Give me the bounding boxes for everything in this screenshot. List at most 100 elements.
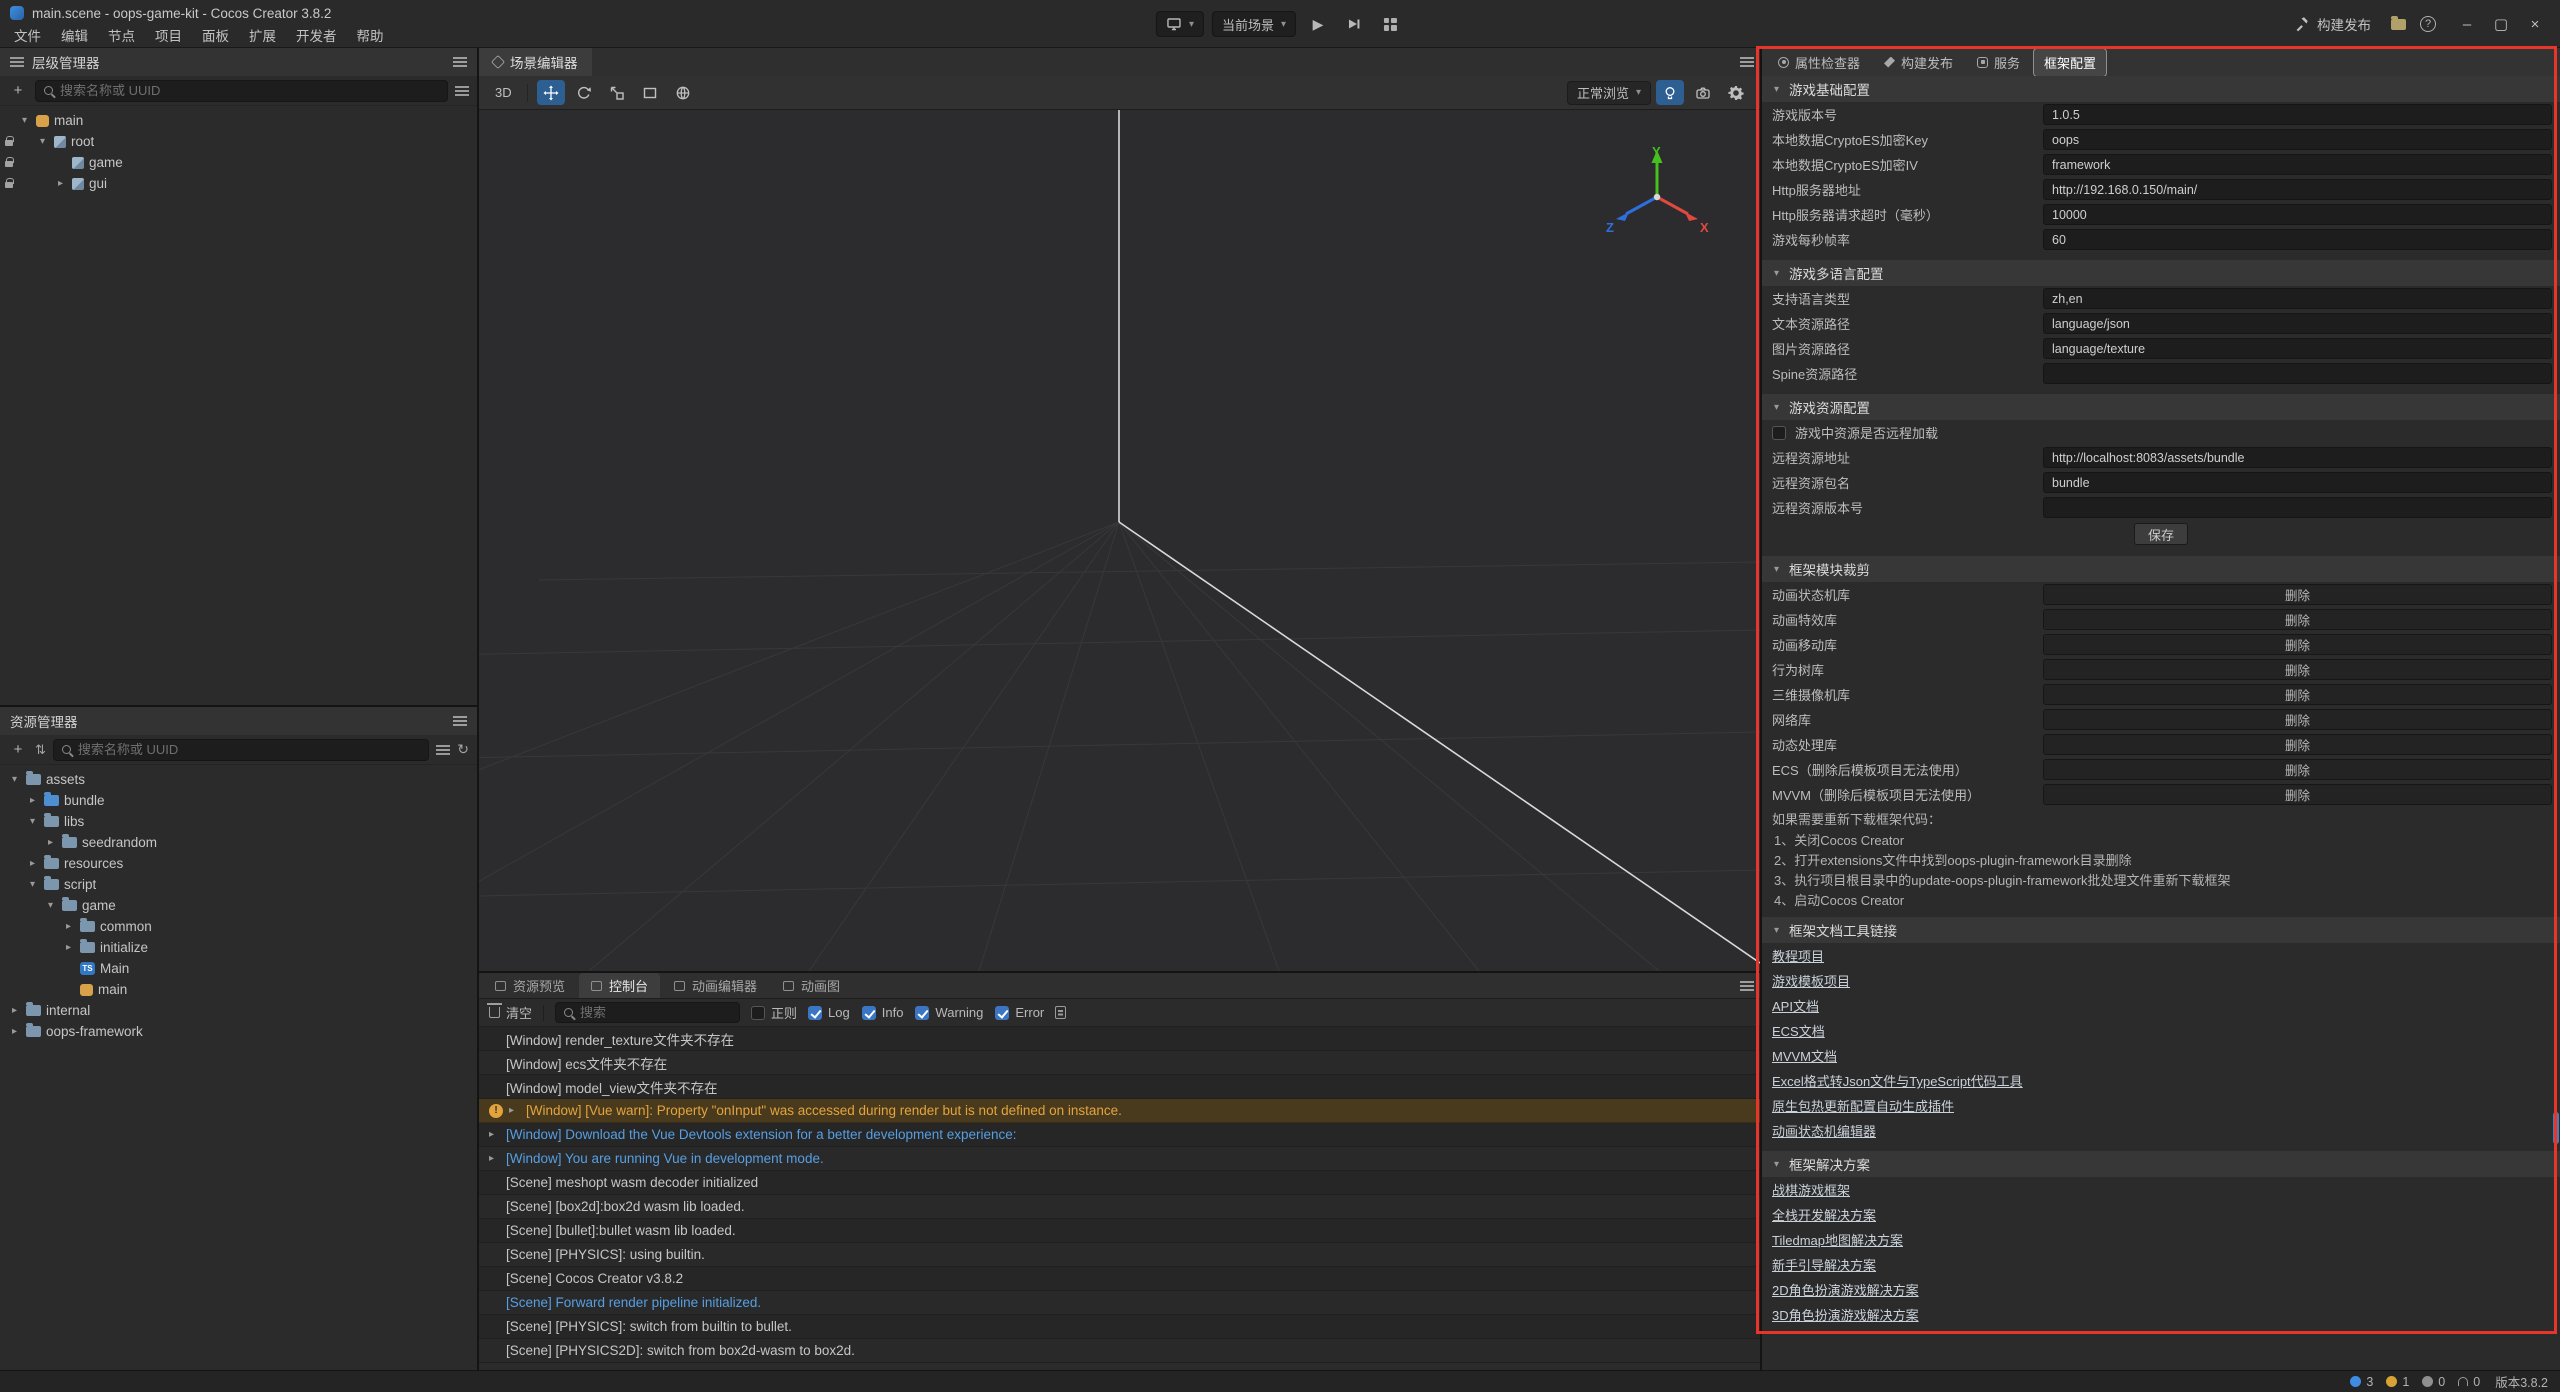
log-row[interactable]: [Scene] [bullet]:bullet wasm lib loaded. [479,1219,1760,1243]
log-filter-toggle[interactable]: Warning [915,1005,983,1020]
build-publish-button[interactable]: 构建发布 [2288,9,2377,39]
log-row[interactable]: [Scene] [PHYSICS2D]: switch from box2d-w… [479,1339,1760,1363]
delete-module-button[interactable]: 删除 [2043,634,2552,655]
tab-property-inspector[interactable]: 属性检查器 [1768,49,1870,76]
rect-tool-button[interactable] [636,80,664,105]
doc-link[interactable]: MVVM文档 [1762,1043,1847,1068]
move-tool-button[interactable] [537,80,565,105]
log-filter-toggle[interactable]: Error [995,1005,1044,1020]
solution-link[interactable]: 全栈开发解决方案 [1762,1202,1886,1227]
doc-link[interactable]: 原生包热更新配置自动生成插件 [1762,1093,1964,1118]
maximize-button[interactable]: ▢ [2484,0,2518,48]
menu-item[interactable]: 面板 [192,23,239,47]
doc-link[interactable]: API文档 [1762,993,1829,1018]
status-count[interactable]: 0 [2422,1375,2445,1389]
text-field[interactable]: 1.0.5 [2043,104,2552,125]
hierarchy-search-input[interactable] [60,83,439,98]
log-row[interactable]: [Scene] [PHYSICS]: using builtin. [479,1243,1760,1267]
doc-link[interactable]: 教程项目 [1762,943,1834,968]
panel-menu-icon[interactable] [1740,981,1754,991]
regex-toggle[interactable]: 正则 [751,1003,797,1022]
log-row[interactable]: [Scene] Forward render pipeline initiali… [479,1291,1760,1315]
sort-icon[interactable]: ⇅ [35,742,46,758]
asset-node-row[interactable]: game [0,895,477,916]
layout-button[interactable] [1376,11,1404,37]
transform-space-button[interactable] [669,80,697,105]
doc-link[interactable]: ECS文档 [1762,1018,1835,1043]
console-panel-tab[interactable]: 动画编辑器 [662,973,769,998]
help-icon[interactable] [2420,16,2436,32]
panel-menu-icon[interactable] [453,57,467,67]
log-row[interactable]: [Window] [Vue warn]: Property "onInput" … [479,1099,1760,1123]
clear-console-button[interactable]: 清空 [489,1003,532,1022]
text-field[interactable]: http://localhost:8083/assets/bundle [2043,447,2552,468]
console-search-input[interactable] [580,1005,731,1020]
delete-module-button[interactable]: 删除 [2043,759,2552,780]
asset-node-row[interactable]: internal [0,1000,477,1021]
text-field[interactable]: zh,en [2043,288,2552,309]
lighting-toggle-button[interactable] [1656,80,1684,105]
scale-tool-button[interactable] [603,80,631,105]
menu-item[interactable]: 编辑 [51,23,98,47]
log-row[interactable]: [Window] model_view文件夹不存在 [479,1075,1760,1099]
hierarchy-node-row[interactable]: gui [0,173,477,194]
asset-node-row[interactable]: initialize [0,937,477,958]
log-row[interactable]: [Window] ecs文件夹不存在 [479,1051,1760,1075]
asset-node-row[interactable]: bundle [0,790,477,811]
delete-module-button[interactable]: 删除 [2043,584,2552,605]
solution-link[interactable]: 2D角色扮演游戏解决方案 [1762,1277,1929,1302]
log-row[interactable]: [Scene] [box2d]:box2d wasm lib loaded. [479,1195,1760,1219]
scene-settings-button[interactable] [1722,80,1750,105]
text-field[interactable]: framework [2043,154,2552,175]
menu-item[interactable]: 帮助 [347,23,394,47]
asset-node-row[interactable]: Main [0,958,477,979]
doc-link[interactable]: 游戏模板项目 [1762,968,1860,993]
text-field[interactable]: 10000 [2043,204,2552,225]
remote-load-checkbox[interactable] [1772,426,1786,440]
menu-item[interactable]: 文件 [4,23,51,47]
list-view-icon[interactable] [436,745,450,755]
text-field[interactable] [2043,497,2552,518]
delete-module-button[interactable]: 删除 [2043,709,2552,730]
solution-link[interactable]: Tiledmap地图解决方案 [1762,1227,1913,1252]
asset-node-row[interactable]: main [0,979,477,1000]
tab-framework-config[interactable]: 框架配置 [2034,49,2106,76]
scene-camera-button[interactable] [1689,80,1717,105]
log-row[interactable]: [Window] Download the Vue Devtools exten… [479,1123,1760,1147]
scrollbar-thumb[interactable] [2553,1112,2559,1144]
log-filter-toggle[interactable]: Log [808,1005,850,1020]
log-row[interactable]: [Scene] [PHYSICS]: switch from builtin t… [479,1315,1760,1339]
asset-node-row[interactable]: assets [0,769,477,790]
asset-node-row[interactable]: common [0,916,477,937]
hierarchy-node-row[interactable]: main [0,110,477,131]
text-field[interactable]: 60 [2043,229,2552,250]
asset-node-row[interactable]: libs [0,811,477,832]
menu-item[interactable]: 项目 [145,23,192,47]
close-button[interactable]: × [2518,0,2552,48]
section-header-language[interactable]: 游戏多语言配置 [1762,260,2560,286]
rotate-tool-button[interactable] [570,80,598,105]
tab-build-publish[interactable]: 构建发布 [1874,49,1963,76]
console-panel-tab[interactable]: 控制台 [579,973,660,998]
section-header-solutions[interactable]: 框架解决方案 [1762,1151,2560,1177]
axis-gizmo[interactable]: Y X Z [1602,142,1712,242]
doc-link[interactable]: Excel格式转Json文件与TypeScript代码工具 [1762,1068,2033,1093]
delete-module-button[interactable]: 删除 [2043,609,2552,630]
text-field[interactable]: language/texture [2043,338,2552,359]
status-count[interactable]: 0 [2458,1375,2480,1389]
filter-icon[interactable] [455,86,469,96]
log-file-icon[interactable] [1055,1006,1066,1019]
hierarchy-node-row[interactable]: root [0,131,477,152]
panel-menu-icon[interactable] [1740,57,1754,67]
solution-link[interactable]: 战棋游戏框架 [1762,1177,1860,1202]
assets-search-input[interactable] [78,742,420,757]
text-field[interactable]: language/json [2043,313,2552,334]
save-button[interactable]: 保存 [2134,523,2188,545]
hierarchy-node-row[interactable]: game [0,152,477,173]
scene-viewport[interactable]: Y X Z [479,110,1760,971]
minimize-button[interactable]: – [2450,0,2484,48]
section-header-docs[interactable]: 框架文档工具链接 [1762,917,2560,943]
panel-menu-icon[interactable] [453,716,467,726]
refresh-icon[interactable]: ↻ [457,741,469,758]
menu-item[interactable]: 扩展 [239,23,286,47]
